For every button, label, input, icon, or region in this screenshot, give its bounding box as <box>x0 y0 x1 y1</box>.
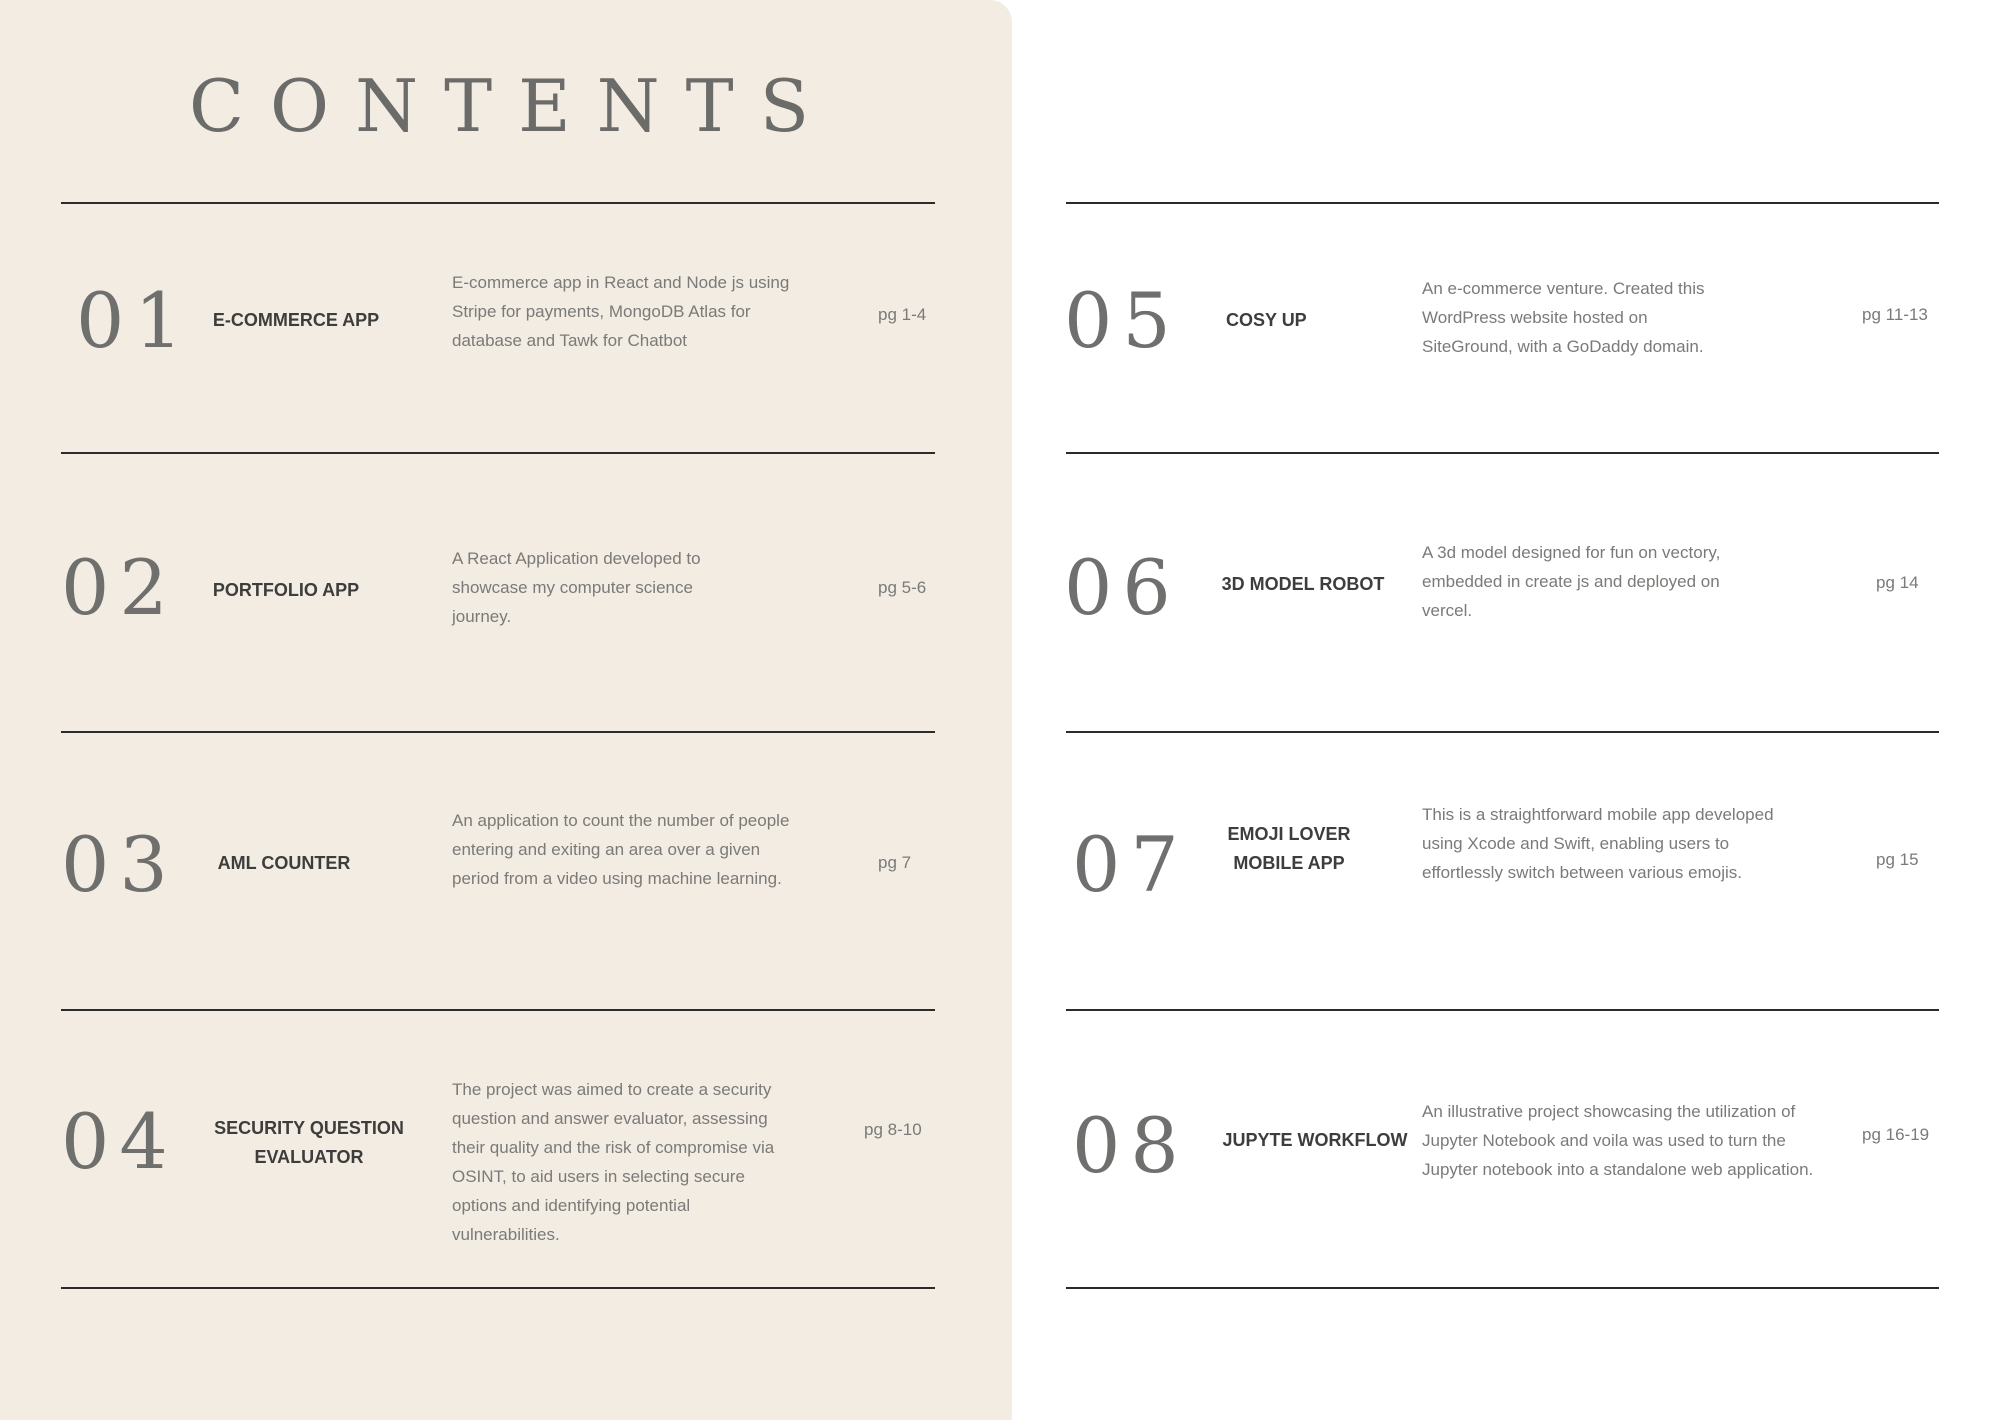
entry-title: PORTFOLIO APP <box>212 580 360 600</box>
divider <box>1066 1287 1939 1289</box>
entry-page-range: pg 15 <box>1876 850 1919 869</box>
divider <box>1066 452 1939 454</box>
divider <box>61 1287 935 1289</box>
entry-description: E-commerce app in React and Node js usin… <box>452 273 790 350</box>
entry-number: 06 <box>1064 543 1181 632</box>
entry-number: 03 <box>61 820 178 909</box>
entry-title: AML COUNTER <box>217 853 351 873</box>
divider <box>61 731 935 733</box>
divider <box>61 1009 935 1011</box>
divider <box>61 452 935 454</box>
entry-number: 01 <box>76 276 193 365</box>
divider <box>1066 202 1939 204</box>
entry-description: A 3d model designed for fun on vectory, … <box>1422 543 1721 620</box>
entry-description: The project was aimed to create a securi… <box>452 1080 775 1244</box>
entry-number: 08 <box>1072 1101 1189 1190</box>
entry-description: A React Application developed to showcas… <box>452 549 701 626</box>
entry-description: An e-commerce venture. Created this Word… <box>1422 279 1705 356</box>
divider <box>1066 1009 1939 1011</box>
entry-title: JUPYTE WORKFLOW <box>1222 1130 1408 1150</box>
entry-page-range: pg 8-10 <box>864 1120 922 1139</box>
divider <box>1066 731 1939 733</box>
entry-title: 3D MODEL ROBOT <box>1221 574 1385 594</box>
entry-page-range: pg 11-13 <box>1862 305 1928 324</box>
entry-description: An illustrative project showcasing the u… <box>1422 1102 1814 1179</box>
page-title: CONTENTS <box>188 64 836 148</box>
entry-title: E-COMMERCE APP <box>212 310 380 330</box>
entry-number: 05 <box>1064 276 1181 365</box>
entry-title: SECURITY QUESTION EVALUATOR <box>214 1118 404 1167</box>
entry-number: 02 <box>61 543 178 632</box>
entry-page-range: pg 14 <box>1876 573 1919 592</box>
entry-number: 04 <box>61 1097 178 1186</box>
entry-title: EMOJI LOVER MOBILE APP <box>1227 824 1351 873</box>
entry-description: This is a straightforward mobile app dev… <box>1422 805 1774 882</box>
entry-page-range: pg 7 <box>878 853 912 872</box>
entry-number: 07 <box>1072 820 1189 909</box>
entry-page-range: pg 1-4 <box>878 305 927 324</box>
divider <box>61 202 935 204</box>
entry-page-range: pg 5-6 <box>878 578 927 597</box>
entry-title: COSY UP <box>1226 310 1307 330</box>
entry-page-range: pg 16-19 <box>1862 1125 1930 1144</box>
entry-description: An application to count the number of pe… <box>452 811 790 888</box>
